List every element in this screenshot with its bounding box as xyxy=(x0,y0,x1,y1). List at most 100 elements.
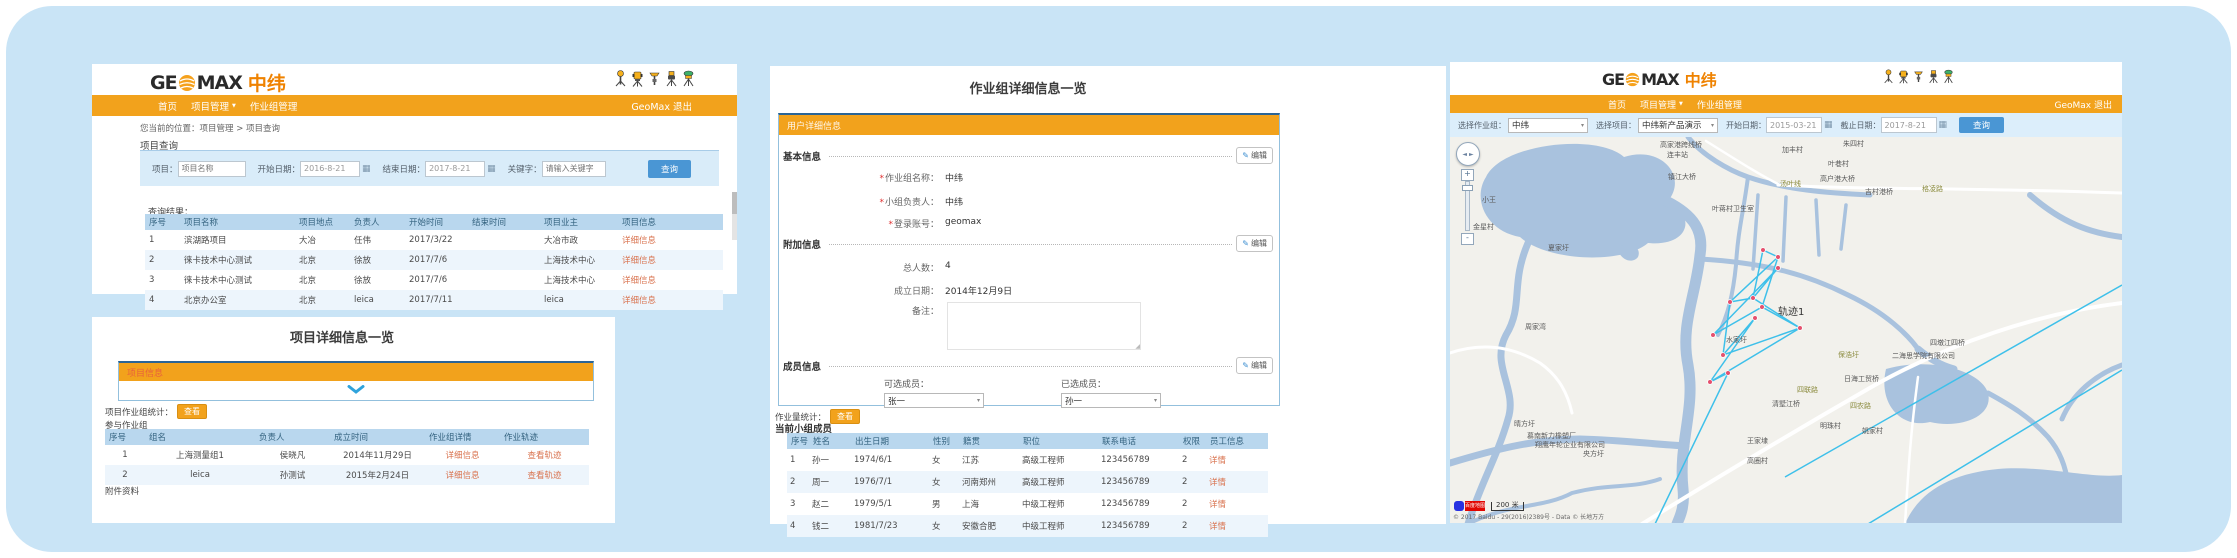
search-button[interactable]: 查询 xyxy=(1959,117,2004,133)
table-cell: 高级工程师 xyxy=(1019,471,1098,493)
nav-user-logout[interactable]: GeoMax 退出 xyxy=(2055,98,2113,111)
end-date-input[interactable] xyxy=(1881,117,1937,133)
zoom-slider-thumb[interactable] xyxy=(1462,185,1473,191)
nav-project-management[interactable]: 项目管理▼ xyxy=(1640,98,1683,111)
end-date-input[interactable] xyxy=(425,161,485,177)
start-date-label: 开始日期： xyxy=(1726,120,1766,131)
table-cell: 周一 xyxy=(809,471,851,493)
detail-link[interactable]: 详情 xyxy=(1209,522,1226,532)
project-select[interactable]: 中纬新产品演示▾ xyxy=(1638,118,1718,133)
breadcrumb: 您当前的位置：项目管理 > 项目查询 xyxy=(140,122,280,134)
nav-home[interactable]: 首页 xyxy=(158,99,177,113)
map-pan-control[interactable]: ◄ ► xyxy=(1456,142,1480,166)
detail-link[interactable]: 详细信息 xyxy=(622,256,656,266)
table-cell xyxy=(468,230,540,250)
total-station-icon xyxy=(1898,69,1909,84)
column-header: 作业组详情 xyxy=(425,429,500,445)
chevron-down-icon: ▼ xyxy=(1679,101,1683,107)
view-stats-button[interactable]: 查看 xyxy=(177,404,207,419)
field-value: 中纬 xyxy=(945,195,963,208)
table-cell: 江苏 xyxy=(959,449,1019,471)
table-cell: 详细信息 xyxy=(425,465,500,485)
field-value: 2014年12月9日 xyxy=(945,284,1012,297)
column-header: 负责人 xyxy=(350,214,405,230)
calendar-icon[interactable]: ▦ xyxy=(1939,120,1948,130)
field-total-members: 总人数：4 xyxy=(799,261,951,274)
table-cell: 1974/6/1 xyxy=(851,449,929,471)
project-results-table: 序号项目名称项目地点负责人开始时间结束时间项目业主项目信息1滨湖路项目大冶任伟2… xyxy=(145,214,723,310)
nav-workgroup-label: 作业组管理 xyxy=(250,99,298,113)
table-cell: 徐放 xyxy=(350,270,405,290)
map-zoom-control[interactable]: + - xyxy=(1462,169,1473,245)
edit-extra-button[interactable]: ✎编辑 xyxy=(1236,235,1273,252)
user-detail-header: 用户详细信息 xyxy=(787,119,841,132)
map-label: 金星村 xyxy=(1473,222,1494,232)
table-cell: 详细信息 xyxy=(618,270,723,290)
table-cell: 赵二 xyxy=(809,493,851,515)
geomax-logo: GE MAX 中纬 xyxy=(1602,67,1717,91)
baidu-map-canvas[interactable]: 轨迹1 ◄ ► + - 百度地图 200 米 © 2017 Baidu - 29… xyxy=(1450,137,2122,523)
table-cell: 安徽合肥 xyxy=(959,515,1019,537)
map-label: 镇江大桥 xyxy=(1668,172,1696,182)
edit-basic-button[interactable]: ✎编辑 xyxy=(1236,147,1273,164)
table-cell: 钱二 xyxy=(809,515,851,537)
available-members-select[interactable]: 张一▾ xyxy=(884,393,984,408)
table-cell: 详情 xyxy=(1206,515,1268,537)
detail-link[interactable]: 详细信息 xyxy=(622,296,656,306)
table-cell: 查看轨迹 xyxy=(500,465,589,485)
view-workload-button[interactable]: 查看 xyxy=(830,409,860,424)
nav-user-logout[interactable]: GeoMax 退出 xyxy=(631,99,692,113)
table-cell: 1976/7/1 xyxy=(851,471,929,493)
logo-text-max: MAX xyxy=(1641,70,1679,89)
detail-link[interactable]: 详情 xyxy=(1209,478,1226,488)
table-cell: 1 xyxy=(787,449,809,471)
search-button[interactable]: 查询 xyxy=(648,160,691,178)
track-map-window: GE MAX 中纬 首页 项目管理▼ 作业组管理 GeoMax 退出 选择作业组… xyxy=(1450,62,2122,523)
detail-link[interactable]: 详情 xyxy=(1209,456,1226,466)
detail-link[interactable]: 详细信息 xyxy=(622,276,656,286)
gnss-base-icon xyxy=(614,70,627,87)
theodolite-icon xyxy=(665,70,678,87)
globe-icon xyxy=(1625,72,1640,87)
edit-members-button[interactable]: ✎编辑 xyxy=(1236,357,1273,374)
workgroup-select[interactable]: 中纬▾ xyxy=(1508,118,1588,133)
remarks-textarea[interactable] xyxy=(947,302,1141,350)
table-cell: 2 xyxy=(105,465,145,485)
table-cell: 北京办公室 xyxy=(180,290,295,310)
field-label: 备注： xyxy=(912,307,939,317)
detail-link[interactable]: 详细信息 xyxy=(445,471,479,481)
table-cell: 1981/7/23 xyxy=(851,515,929,537)
project-name-label: 项目： xyxy=(152,163,178,175)
table-cell xyxy=(468,290,540,310)
detail-link[interactable]: 详情 xyxy=(1209,500,1226,510)
scrollbar[interactable] xyxy=(732,192,737,240)
detail-link[interactable]: 查看轨迹 xyxy=(527,451,561,461)
nav-workgroup-management[interactable]: 作业组管理 xyxy=(1697,98,1742,111)
expand-section[interactable] xyxy=(119,381,593,398)
members-table: 序号姓名出生日期性别籍贯职位联系电话权限员工信息1孙一1974/6/1女江苏高级… xyxy=(787,433,1268,537)
zoom-out-button[interactable]: - xyxy=(1461,233,1474,245)
calendar-icon[interactable]: ▦ xyxy=(362,164,371,174)
map-label: 小王 xyxy=(1482,195,1496,205)
table-cell: 2 xyxy=(1179,515,1206,537)
chevron-down-icon: ▾ xyxy=(977,397,980,404)
detail-link[interactable]: 详细信息 xyxy=(445,451,479,461)
nav-project-management[interactable]: 项目管理▼ xyxy=(191,99,236,113)
zoom-in-button[interactable]: + xyxy=(1461,169,1474,181)
project-name-input[interactable] xyxy=(178,161,246,177)
nav-workgroup-management[interactable]: 作业组管理 xyxy=(250,99,298,113)
chevron-down-icon: ▾ xyxy=(1154,397,1157,404)
selected-members-select[interactable]: 孙一▾ xyxy=(1061,393,1161,408)
keyword-input[interactable] xyxy=(542,161,606,177)
detail-link[interactable]: 查看轨迹 xyxy=(527,471,561,481)
detail-link[interactable]: 详细信息 xyxy=(622,236,656,246)
start-date-input[interactable] xyxy=(300,161,360,177)
table-cell xyxy=(468,270,540,290)
table-row: 3徕卡技术中心测试北京徐放2017/7/6上海技术中心详细信息 xyxy=(145,270,723,290)
map-label: 四墩江四桥 xyxy=(1930,338,1965,348)
calendar-icon[interactable]: ▦ xyxy=(487,164,496,174)
calendar-icon[interactable]: ▦ xyxy=(1824,120,1833,130)
column-header: 员工信息 xyxy=(1206,433,1268,449)
nav-home[interactable]: 首页 xyxy=(1608,98,1626,111)
start-date-input[interactable] xyxy=(1766,117,1822,133)
